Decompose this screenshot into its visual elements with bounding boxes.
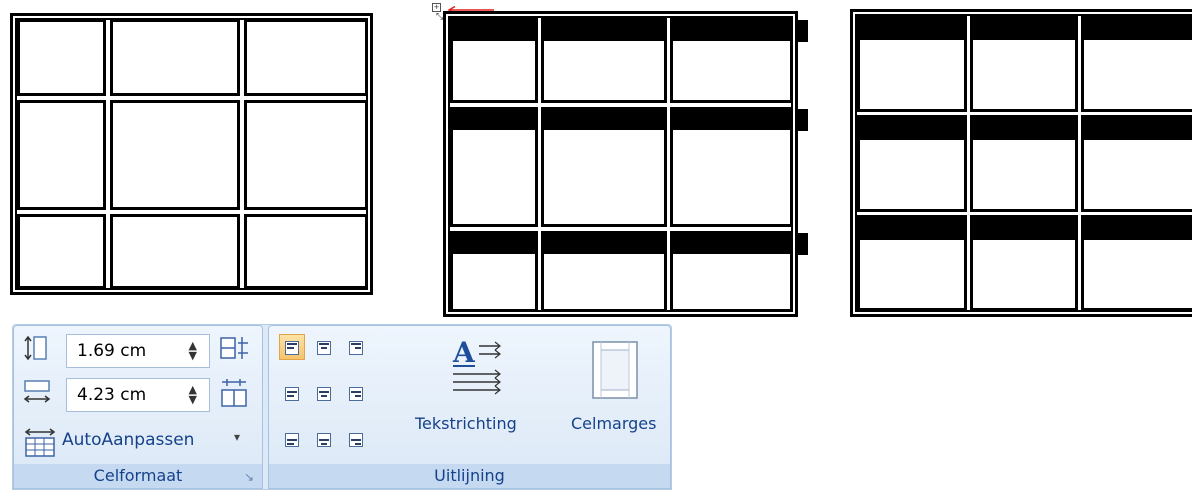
table-cell[interactable] [857, 15, 967, 112]
table-cell[interactable] [244, 100, 368, 210]
align-top-right-button[interactable] [343, 334, 369, 360]
table-cell[interactable] [450, 18, 538, 103]
autofit-icon [24, 428, 56, 457]
table-cell[interactable] [670, 18, 793, 103]
cell-margins-label: Celmarges [571, 414, 657, 433]
distribute-columns-icon[interactable] [218, 378, 250, 408]
align-top-right-icon [349, 341, 363, 355]
table-cell[interactable] [244, 214, 368, 289]
row-height-icon [24, 335, 47, 361]
align-middle-right-button[interactable] [343, 380, 369, 406]
table-move-handle-icon[interactable]: + [432, 3, 441, 12]
row-end-marker [798, 109, 808, 131]
text-direction-label: Tekstrichting [415, 414, 517, 433]
table-cell[interactable] [17, 214, 106, 289]
table-cell[interactable] [1081, 15, 1192, 112]
table-cell[interactable] [857, 115, 967, 212]
align-middle-left-button[interactable] [279, 380, 305, 406]
align-middle-center-icon [317, 387, 331, 401]
table-cell[interactable] [541, 18, 667, 103]
table-cell[interactable] [17, 19, 106, 96]
table-cell[interactable] [970, 115, 1078, 212]
row-height-spinner[interactable]: 1.69 cm ▲ ▼ [66, 334, 210, 368]
align-top-left-button[interactable] [279, 334, 305, 360]
dialog-launcher-icon[interactable]: ↘ [244, 470, 254, 484]
spin-arrows-icon[interactable]: ▲ ▼ [189, 340, 197, 361]
column-width-spinner[interactable]: 4.23 cm ▲ ▼ [66, 378, 210, 412]
align-top-left-icon [285, 341, 299, 355]
autofit-label: AutoAanpassen [62, 430, 195, 450]
row-end-marker [798, 20, 808, 42]
align-top-center-icon [317, 341, 331, 355]
table-cell[interactable] [970, 215, 1078, 311]
align-middle-right-icon [349, 387, 363, 401]
text-direction-button[interactable]: A Tekstrichting [409, 332, 549, 442]
table-cell[interactable] [244, 19, 368, 96]
align-bottom-left-icon [285, 433, 299, 447]
table-cell[interactable] [110, 19, 240, 96]
dropdown-arrow-icon: ▾ [234, 430, 241, 444]
group-uitlijning: A Tekstrichting Celmarges Uitlijning [268, 325, 671, 489]
distribute-rows-icon[interactable] [218, 334, 250, 362]
align-top-center-button[interactable] [311, 334, 337, 360]
svg-text:A: A [452, 336, 476, 369]
autofit-button[interactable]: AutoAanpassen ▾ [22, 426, 252, 460]
align-bottom-right-button[interactable] [343, 426, 369, 452]
align-bottom-left-button[interactable] [279, 426, 305, 452]
table-cell[interactable] [110, 214, 240, 289]
text-direction-icon: A [452, 336, 501, 395]
table-cell[interactable] [17, 100, 106, 210]
group-label-uitlijning: Uitlijning [269, 464, 670, 488]
table-cell[interactable] [450, 107, 538, 227]
cell-margins-icon [592, 341, 638, 399]
table-cell[interactable] [857, 215, 967, 311]
row-end-marker [798, 233, 808, 255]
align-bottom-center-button[interactable] [311, 426, 337, 452]
align-middle-center-button[interactable] [311, 380, 337, 406]
align-middle-left-icon [285, 387, 299, 401]
column-width-value: 4.23 cm [77, 385, 147, 405]
cell-margins-button[interactable]: Celmarges [569, 332, 669, 442]
table-cell[interactable] [670, 107, 793, 227]
table-cell[interactable] [1081, 115, 1192, 212]
table-cell[interactable] [970, 15, 1078, 112]
table-cell[interactable] [670, 231, 793, 312]
group-celformaat: 1.69 cm ▲ ▼ 4.23 cm ▲ ▼ AutoAanpassen ▾ … [13, 325, 263, 489]
column-width-icon [23, 380, 51, 403]
group-label-celformaat: Celformaat [14, 464, 262, 488]
spin-arrows-icon[interactable]: ▲ ▼ [189, 384, 197, 405]
align-bottom-right-icon [349, 433, 363, 447]
table-cell[interactable] [110, 100, 240, 210]
table-cell[interactable] [541, 107, 667, 227]
row-height-value: 1.69 cm [77, 341, 147, 361]
table-cell[interactable] [1081, 215, 1192, 311]
table-cell[interactable] [450, 231, 538, 312]
table-cell[interactable] [541, 231, 667, 312]
align-bottom-center-icon [317, 433, 331, 447]
ribbon-table-layout: 1.69 cm ▲ ▼ 4.23 cm ▲ ▼ AutoAanpassen ▾ … [12, 324, 672, 490]
